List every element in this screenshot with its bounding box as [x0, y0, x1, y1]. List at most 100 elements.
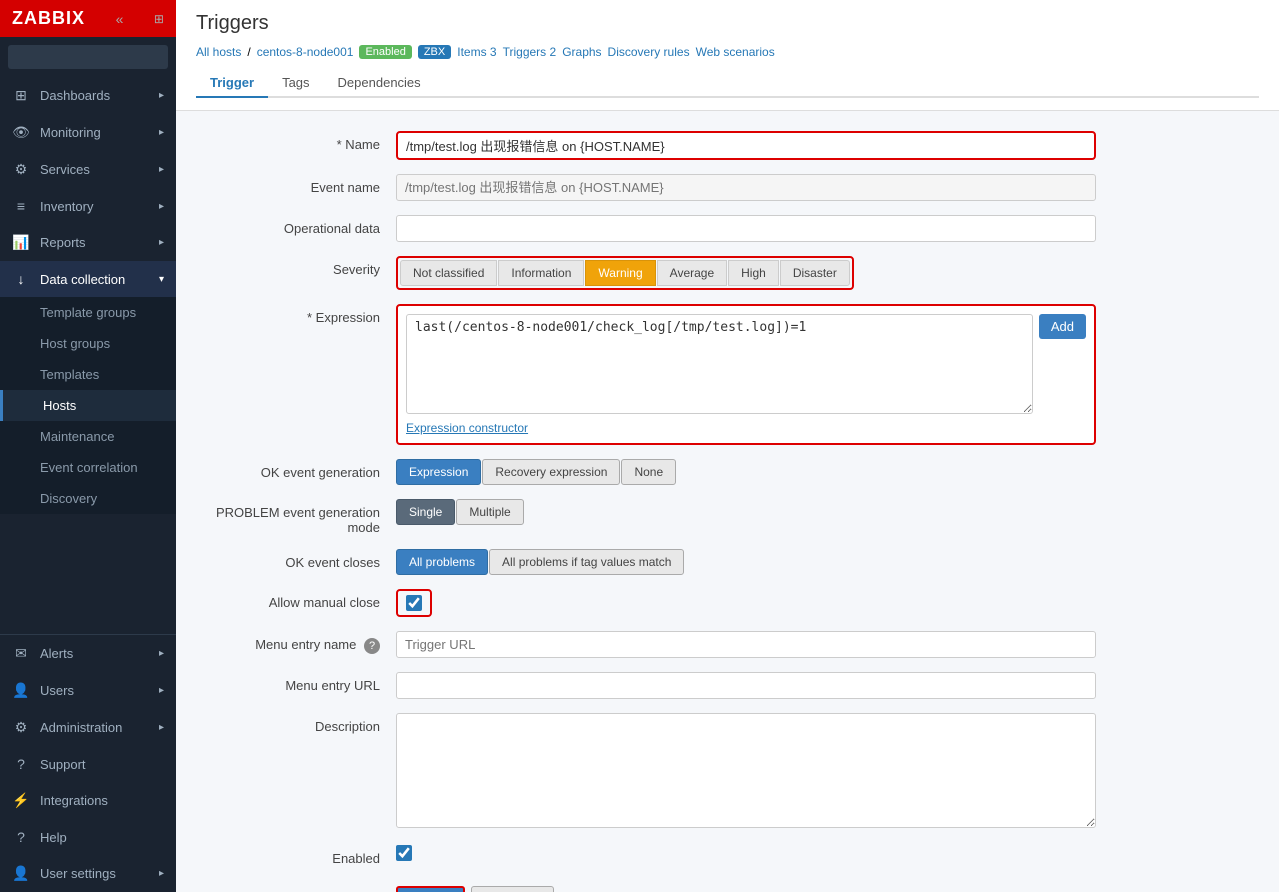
ok-event-closes-row: OK event closes All problems All problem…	[196, 549, 1259, 575]
enabled-field	[396, 845, 1096, 864]
sidebar-item-services[interactable]: ⚙ Services ▸	[0, 151, 176, 188]
alerts-icon: ✉	[12, 645, 30, 662]
ok-event-expression-btn[interactable]: Expression	[396, 459, 481, 485]
enabled-checkbox[interactable]	[396, 845, 412, 861]
ok-closes-tag-btn[interactable]: All problems if tag values match	[489, 549, 684, 575]
data-collection-icon: ↓	[12, 271, 30, 287]
sev-information[interactable]: Information	[498, 260, 584, 286]
sidebar-item-reports[interactable]: 📊 Reports ▸	[0, 224, 176, 261]
breadcrumb-discovery-rules[interactable]: Discovery rules	[608, 45, 690, 59]
menu-entry-name-help-icon[interactable]: ?	[364, 638, 380, 654]
breadcrumb-host[interactable]: centos-8-node001	[257, 45, 354, 59]
ok-closes-all-btn[interactable]: All problems	[396, 549, 488, 575]
expression-constructor-link[interactable]: Expression constructor	[406, 421, 528, 435]
sidebar-item-users[interactable]: 👤 Users ▸	[0, 672, 176, 709]
administration-icon: ⚙	[12, 719, 30, 736]
tabs: Trigger Tags Dependencies	[196, 69, 1259, 98]
sidebar-sub-template-groups[interactable]: Template groups	[0, 297, 176, 328]
enabled-label: Enabled	[196, 845, 396, 866]
sidebar-sub-hosts[interactable]: Hosts	[0, 390, 176, 421]
ok-event-recovery-btn[interactable]: Recovery expression	[482, 459, 620, 485]
description-label: Description	[196, 713, 396, 734]
sev-disaster[interactable]: Disaster	[780, 260, 850, 286]
cancel-button[interactable]: Cancel	[471, 886, 553, 892]
add-button[interactable]: Add	[396, 886, 465, 892]
problem-event-mode-field: Single Multiple	[396, 499, 1096, 525]
severity-buttons: Not classified Information Warning Avera…	[400, 260, 850, 286]
sidebar-item-support[interactable]: ? Support	[0, 746, 176, 782]
sidebar-item-integrations[interactable]: ⚡ Integrations	[0, 782, 176, 819]
sev-warning[interactable]: Warning	[585, 260, 655, 286]
name-field	[396, 131, 1096, 160]
problem-event-mode-group: Single Multiple	[396, 499, 1096, 525]
expression-section: last(/centos-8-node001/check_log[/tmp/te…	[396, 304, 1096, 445]
operational-data-row: Operational data	[196, 215, 1259, 242]
tab-dependencies[interactable]: Dependencies	[324, 69, 435, 98]
sev-not-classified[interactable]: Not classified	[400, 260, 497, 286]
menu-entry-name-row: Menu entry name ?	[196, 631, 1259, 658]
sidebar-item-label: Dashboards	[40, 88, 110, 103]
sidebar-item-inventory[interactable]: ≡ Inventory ▸	[0, 188, 176, 224]
sidebar-sub-host-groups[interactable]: Host groups	[0, 328, 176, 359]
logo-text: ZABBIX	[12, 8, 85, 29]
menu-entry-url-input[interactable]	[396, 672, 1096, 699]
sidebar-item-administration[interactable]: ⚙ Administration ▸	[0, 709, 176, 746]
sidebar-item-label: Alerts	[40, 646, 73, 661]
sidebar-sub-discovery[interactable]: Discovery	[0, 483, 176, 514]
operational-data-input[interactable]	[396, 215, 1096, 242]
items-count: 3	[490, 45, 497, 59]
sidebar-item-dashboards[interactable]: ⊞ Dashboards ▸	[0, 77, 176, 114]
ok-event-closes-group: All problems All problems if tag values …	[396, 549, 1096, 575]
sidebar-item-label: Administration	[40, 720, 122, 735]
problem-single-btn[interactable]: Single	[396, 499, 455, 525]
description-textarea[interactable]	[396, 713, 1096, 828]
name-input[interactable]	[396, 131, 1096, 160]
badge-enabled: Enabled	[359, 45, 411, 59]
expression-add-button[interactable]: Add	[1039, 314, 1086, 339]
severity-group: Not classified Information Warning Avera…	[396, 256, 854, 290]
sidebar-item-data-collection[interactable]: ↓ Data collection ▾	[0, 261, 176, 297]
ok-event-none-btn[interactable]: None	[621, 459, 676, 485]
sev-average[interactable]: Average	[657, 260, 727, 286]
breadcrumb-items[interactable]: Items 3	[457, 45, 496, 59]
allow-manual-close-checkbox[interactable]	[406, 595, 422, 611]
expand-icon[interactable]: ⊞	[154, 12, 164, 26]
breadcrumb-all-hosts[interactable]: All hosts	[196, 45, 241, 59]
operational-data-label: Operational data	[196, 215, 396, 236]
ok-event-generation-field: Expression Recovery expression None	[396, 459, 1096, 485]
menu-entry-name-input[interactable]	[396, 631, 1096, 658]
sidebar-item-alerts[interactable]: ✉ Alerts ▸	[0, 635, 176, 672]
sidebar-item-user-settings[interactable]: 👤 User settings ▸	[0, 855, 176, 892]
tab-trigger[interactable]: Trigger	[196, 69, 268, 98]
sidebar-sub-event-correlation[interactable]: Event correlation	[0, 452, 176, 483]
search-input[interactable]	[8, 45, 168, 69]
arrow-icon: ▸	[159, 648, 164, 659]
menu-entry-url-field	[396, 672, 1096, 699]
sidebar-item-help[interactable]: ? Help	[0, 819, 176, 855]
breadcrumb-web-scenarios[interactable]: Web scenarios	[696, 45, 775, 59]
arrow-icon: ▸	[159, 164, 164, 175]
sidebar-sub-templates[interactable]: Templates	[0, 359, 176, 390]
users-icon: 👤	[12, 682, 30, 699]
event-name-input[interactable]	[396, 174, 1096, 201]
arrow-icon: ▸	[159, 685, 164, 696]
description-field	[396, 713, 1096, 831]
sidebar: ZABBIX « ⊞ ⊞ Dashboards ▸ 👁 Monitoring ▸…	[0, 0, 176, 892]
breadcrumb-sep: /	[247, 45, 250, 59]
expression-field: last(/centos-8-node001/check_log[/tmp/te…	[396, 304, 1096, 445]
sidebar-item-label: Reports	[40, 235, 86, 250]
sev-high[interactable]: High	[728, 260, 779, 286]
sidebar-search	[0, 37, 176, 77]
expression-textarea[interactable]: last(/centos-8-node001/check_log[/tmp/te…	[406, 314, 1033, 414]
breadcrumb-triggers[interactable]: Triggers 2	[503, 45, 557, 59]
name-row: * Name	[196, 131, 1259, 160]
event-name-row: Event name	[196, 174, 1259, 201]
sidebar-item-monitoring[interactable]: 👁 Monitoring ▸	[0, 114, 176, 151]
problem-multiple-btn[interactable]: Multiple	[456, 499, 523, 525]
breadcrumb-graphs[interactable]: Graphs	[562, 45, 601, 59]
collapse-icon[interactable]: «	[116, 11, 124, 27]
tab-tags[interactable]: Tags	[268, 69, 323, 98]
triggers-count: 2	[550, 45, 557, 59]
arrow-icon: ▸	[159, 237, 164, 248]
sidebar-sub-maintenance[interactable]: Maintenance	[0, 421, 176, 452]
